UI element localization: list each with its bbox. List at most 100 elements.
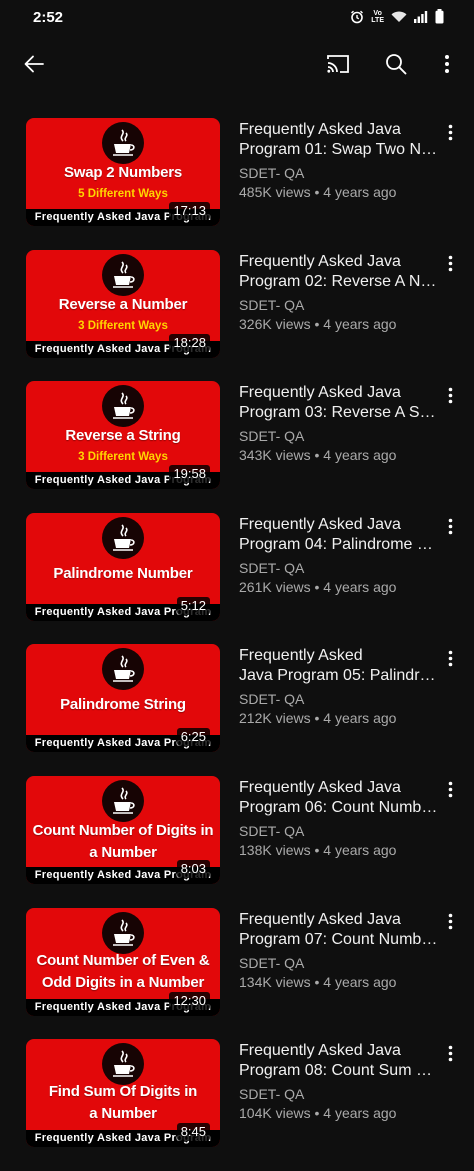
more-vert-icon (448, 650, 452, 667)
channel-name[interactable]: SDET- QA (239, 559, 439, 578)
video-stats: 138K views • 4 years ago (239, 841, 397, 858)
video-menu-button[interactable] (439, 513, 461, 541)
video-title-line1: Frequently Asked Java (239, 384, 401, 402)
channel-name[interactable]: SDET- QA (239, 427, 439, 446)
video-menu-button[interactable] (439, 1039, 461, 1067)
video-meta: Frequently Asked Java Program 05: Palind… (239, 646, 439, 728)
duration-badge: 12:30 (169, 991, 210, 1010)
java-logo-icon (102, 779, 144, 822)
video-title-line2: Program 03: Reverse A String (239, 404, 439, 422)
video-title[interactable]: Frequently Asked Java Program 03: Revers… (239, 383, 439, 423)
video-title[interactable]: Frequently Asked Java Program 04: Palind… (239, 515, 439, 555)
battery-icon (435, 9, 444, 24)
cast-icon (327, 55, 349, 73)
video-title-line1: Frequently Asked Java (239, 778, 401, 796)
video-stats: 104K views • 4 years ago (239, 1105, 397, 1122)
video-meta: Frequently Asked Java Program 04: Palind… (239, 515, 439, 597)
duration-badge: 8:45 (176, 1123, 210, 1142)
video-title-line2: Program 02: Reverse A Number (239, 272, 439, 290)
video-title[interactable]: Frequently Asked Java Program 01: Swap T… (239, 120, 439, 160)
video-menu-button[interactable] (439, 381, 461, 409)
status-icons: Vo LTE (350, 9, 444, 24)
video-title[interactable]: Frequently Asked Java Program 05: Palind… (239, 646, 439, 686)
more-vert-icon (448, 255, 452, 272)
more-vert-icon (448, 1045, 452, 1061)
video-thumbnail[interactable]: Reverse a String 3 Different Ways Freque… (26, 381, 220, 490)
video-item[interactable]: Palindrome Number Frequently Asked Java … (0, 512, 474, 645)
video-title[interactable]: Frequently Asked Java Program 07: Count … (239, 910, 439, 950)
video-thumbnail[interactable]: Find Sum Of Digits in a Number Frequentl… (26, 1039, 220, 1148)
video-menu-button[interactable] (439, 250, 461, 278)
back-button[interactable] (16, 46, 52, 82)
video-thumbnail[interactable]: Palindrome String Frequently Asked Java … (26, 644, 220, 753)
thumbnail-title: Find Sum Of Digits in a Number (48, 1083, 198, 1123)
java-logo-icon (102, 122, 144, 164)
video-title-line1: Frequently Asked Java (239, 515, 401, 533)
video-menu-button[interactable] (439, 908, 461, 936)
wifi-icon (391, 11, 407, 22)
video-thumbnail[interactable]: Count Number of Even & Odd Digits in a N… (26, 907, 220, 1016)
thumbnail-subtitle: 3 Different Ways (78, 451, 168, 464)
more-vert-icon (448, 782, 452, 798)
video-title-line1: Frequently Asked Java (239, 1042, 401, 1060)
video-stats: 212K views • 4 years ago (239, 710, 397, 727)
java-logo-icon (102, 253, 144, 296)
channel-name[interactable]: SDET- QA (239, 164, 439, 183)
video-thumbnail[interactable]: Palindrome Number Frequently Asked Java … (26, 512, 220, 621)
java-logo-icon (102, 516, 144, 559)
channel-name[interactable]: SDET- QA (239, 954, 439, 973)
video-item[interactable]: Swap 2 Numbers 5 Different Ways Frequent… (0, 118, 474, 250)
java-logo-icon (102, 648, 144, 691)
duration-badge: 5:12 (176, 596, 210, 615)
video-item[interactable]: Count Number of Even & Odd Digits in a N… (0, 907, 474, 1040)
video-thumbnail[interactable]: Reverse a Number 3 Different Ways Freque… (26, 249, 220, 358)
video-title-line1: Frequently Asked (239, 647, 363, 665)
thumbnail-subtitle: 5 Different Ways (78, 188, 168, 200)
more-vert-icon (448, 387, 452, 403)
video-thumbnail[interactable]: Swap 2 Numbers 5 Different Ways Frequent… (26, 118, 220, 226)
video-menu-button[interactable] (439, 776, 461, 804)
video-meta: Frequently Asked Java Program 08: Count … (239, 1041, 439, 1123)
video-title-line2: Program 06: Count Number of Digits (239, 798, 439, 816)
duration-badge: 19:58 (169, 465, 210, 484)
video-item[interactable]: Find Sum Of Digits in a Number Frequentl… (0, 1039, 474, 1171)
video-meta: Frequently Asked Java Program 03: Revers… (239, 383, 439, 465)
video-title[interactable]: Frequently Asked Java Program 02: Revers… (239, 252, 439, 292)
video-title-line2: Program 01: Swap Two Numbers (239, 141, 439, 158)
video-stats: 326K views • 4 years ago (239, 315, 397, 332)
thumbnail-title: Count Number of Even & Odd Digits in a N… (36, 951, 210, 991)
more-options-button[interactable] (429, 46, 465, 82)
video-title-line2: Program 08: Count Sum of Digits (239, 1062, 439, 1080)
video-thumbnail[interactable]: Count Number of Digits in a Number Frequ… (26, 775, 220, 884)
search-icon (386, 54, 407, 75)
video-title[interactable]: Frequently Asked Java Program 06: Count … (239, 778, 439, 818)
status-time: 2:52 (33, 9, 64, 26)
video-meta: Frequently Asked Java Program 01: Swap T… (239, 120, 439, 202)
channel-name[interactable]: SDET- QA (239, 296, 439, 315)
thumbnail-title: Swap 2 Numbers (63, 164, 183, 181)
video-meta: Frequently Asked Java Program 02: Revers… (239, 252, 439, 334)
video-item[interactable]: Reverse a String 3 Different Ways Freque… (0, 381, 474, 513)
video-menu-button[interactable] (439, 644, 461, 672)
video-title-line2: Java Program 05: Palindrome String (239, 667, 439, 685)
video-item[interactable]: Count Number of Digits in a Number Frequ… (0, 775, 474, 908)
java-logo-icon (102, 385, 144, 428)
thumbnail-title: Count Number of Digits in a Number (32, 821, 214, 861)
channel-name[interactable]: SDET- QA (239, 822, 439, 841)
channel-name[interactable]: SDET- QA (239, 1085, 439, 1104)
thumbnail-title: Palindrome Number (53, 564, 193, 582)
video-menu-button[interactable] (439, 118, 461, 146)
more-vert-icon (448, 124, 452, 140)
video-title-line2: Program 07: Count Number of Even & Odd (239, 930, 439, 948)
video-title[interactable]: Frequently Asked Java Program 08: Count … (239, 1041, 439, 1081)
video-title-line1: Frequently Asked Java (239, 252, 401, 270)
duration-badge: 18:28 (169, 333, 210, 352)
more-vert-icon (445, 55, 449, 73)
channel-name[interactable]: SDET- QA (239, 690, 439, 709)
video-item[interactable]: Palindrome String Frequently Asked Java … (0, 644, 474, 776)
video-stats: 134K views • 4 years ago (239, 973, 397, 990)
search-button[interactable] (378, 46, 414, 82)
cast-button[interactable] (320, 46, 356, 82)
video-item[interactable]: Reverse a Number 3 Different Ways Freque… (0, 249, 474, 382)
thumbnail-subtitle: 3 Different Ways (78, 319, 168, 332)
